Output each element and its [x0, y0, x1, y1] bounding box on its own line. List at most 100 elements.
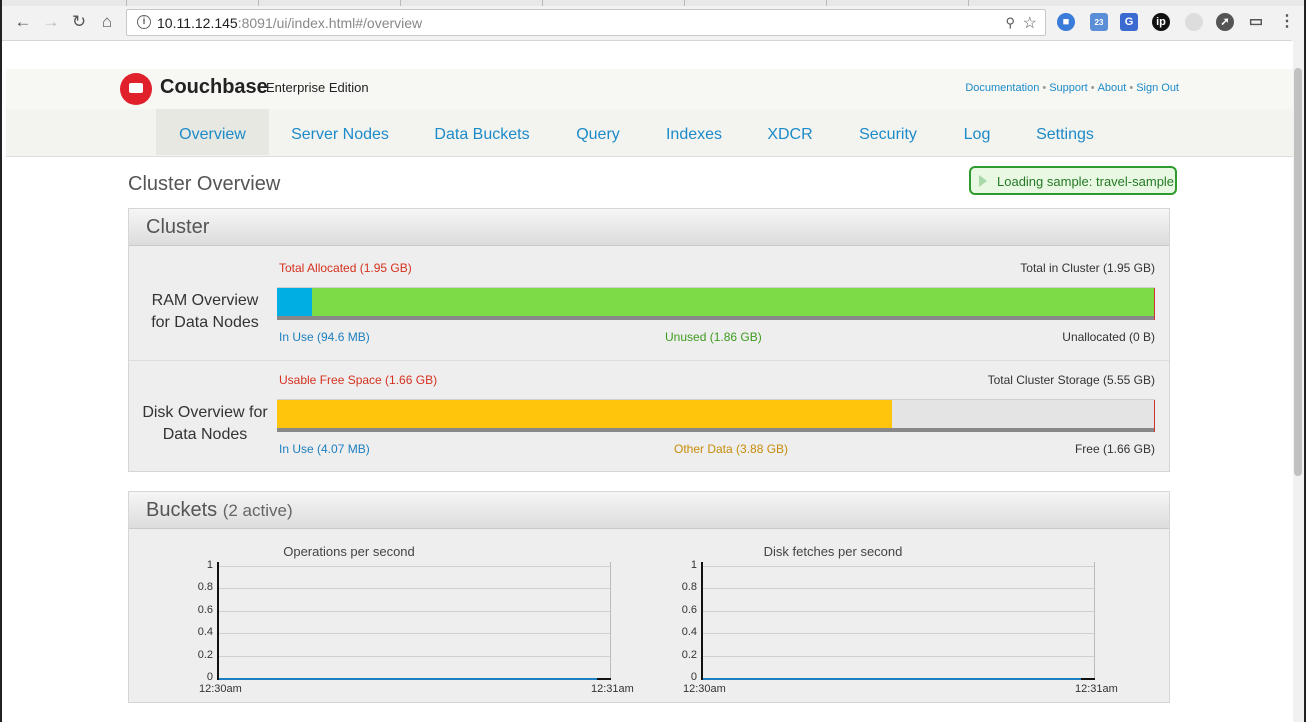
play-icon: [979, 175, 987, 187]
app-header: Couchbase Enterprise Edition Documentati…: [6, 69, 1293, 109]
x-axis-end: [597, 678, 611, 680]
x-tick-label: 12:30am: [199, 683, 242, 695]
scrollbar-thumb[interactable]: [1294, 68, 1302, 476]
y-axis: [217, 562, 219, 680]
gridline: [703, 633, 1095, 635]
ram-usage-bar: [277, 287, 1155, 320]
sign-out-link[interactable]: Sign Out: [1136, 82, 1179, 94]
compass-extension-icon[interactable]: ➚: [1216, 13, 1234, 31]
ram-total-allocated: Total Allocated (1.95 GB): [279, 261, 412, 275]
google-translate-icon[interactable]: G: [1120, 13, 1138, 31]
gridline: [703, 566, 1095, 567]
info-icon[interactable]: i: [137, 15, 151, 29]
right-border: [610, 562, 611, 680]
ram-total-in-cluster: Total in Cluster (1.95 GB): [1020, 261, 1155, 275]
y-tick-label: 0: [206, 671, 213, 683]
couchbase-logo-icon: [120, 73, 152, 105]
tab-security[interactable]: Security: [852, 109, 924, 155]
tab-query[interactable]: Query: [568, 109, 628, 155]
chart-title: Operations per second: [283, 544, 415, 559]
disk-usage-bar: [277, 399, 1155, 432]
y-tick-label: 0.4: [197, 626, 213, 639]
buckets-title: Buckets (2 active): [146, 499, 293, 521]
cluster-panel: Cluster RAM Overview for Data Nodes Total…: [128, 208, 1170, 472]
gridline: [219, 566, 611, 567]
tab-settings[interactable]: Settings: [1030, 109, 1100, 155]
disk-total-storage: Total Cluster Storage (5.55 GB): [987, 373, 1155, 387]
browser-toolbar: ← → ↻ ⌂ i 10.11.12.145:8091/ui/index.htm…: [2, 0, 1304, 41]
edition-label: Enterprise Edition: [266, 80, 369, 95]
url-text[interactable]: 10.11.12.145:8091/ui/index.html#/overvie…: [157, 15, 422, 31]
x-tick-label: 12:31am: [1075, 683, 1118, 695]
buckets-panel: Buckets (2 active) Operations per second…: [128, 491, 1170, 703]
gridline: [219, 588, 611, 590]
disk-free-label: Free (1.66 GB): [1074, 442, 1155, 456]
y-tick-label: 0.2: [681, 648, 697, 661]
disk-overview-row: Disk Overview for Data Nodes Usable Free …: [129, 360, 1169, 471]
gridline: [219, 610, 611, 612]
about-link[interactable]: About: [1098, 82, 1127, 94]
translate-extension-icon[interactable]: ■: [1057, 13, 1075, 31]
y-tick-label: 0.2: [197, 648, 213, 661]
page-title: Cluster Overview: [128, 173, 281, 195]
reload-icon[interactable]: ↻: [70, 13, 88, 31]
gridline: [219, 655, 611, 657]
cluster-panel-header: Cluster: [129, 209, 1169, 246]
forward-icon[interactable]: →: [42, 13, 60, 31]
y-tick-label: 0: [690, 671, 697, 683]
ram-unused-label: Unused (1.86 GB): [665, 330, 762, 344]
disk-other-data-label: Other Data (3.88 GB): [674, 442, 789, 456]
disk-usable-free: Usable Free Space (1.66 GB): [279, 373, 438, 387]
tab-strip: [2, 0, 1304, 6]
loading-sample-text: Loading sample: travel-sample: [997, 174, 1175, 189]
ram-in-use-label: In Use (94.6 MB): [279, 330, 370, 344]
operations-per-second-chart: Operations per second 1 0.8 0.6 0.4 0.2 0 12:3…: [129, 536, 634, 695]
disk-in-use-label: In Use (4.07 MB): [279, 442, 370, 456]
cluster-title: Cluster: [146, 216, 210, 238]
back-icon[interactable]: ←: [14, 13, 32, 31]
right-border: [1094, 562, 1095, 680]
address-bar[interactable]: i 10.11.12.145:8091/ui/index.html#/overv…: [126, 9, 1046, 36]
brand-name: Couchbase: [160, 76, 268, 98]
home-icon[interactable]: ⌂: [98, 13, 116, 31]
buckets-active-count: (2 active): [222, 501, 293, 520]
gridline: [219, 633, 611, 635]
ram-quota-marker: [1154, 288, 1155, 320]
disk-fetches-per-second-chart: Disk fetches per second 1 0.8 0.6 0.4 0.2 0 12…: [613, 536, 1118, 695]
y-tick-label: 0.8: [197, 581, 213, 594]
y-tick-label: 0.6: [681, 603, 697, 616]
gridline: [703, 610, 1095, 612]
ram-overview-row: RAM Overview for Data Nodes Total Allocat…: [129, 248, 1169, 359]
key-icon[interactable]: ⚲: [1005, 15, 1015, 31]
documentation-link[interactable]: Documentation: [965, 82, 1039, 94]
series-line: [703, 678, 1081, 680]
disk-free-segment: [892, 400, 1155, 428]
y-tick-label: 1: [690, 559, 697, 571]
menu-icon[interactable]: ⋮: [1278, 13, 1296, 31]
x-axis-end: [1081, 678, 1095, 680]
y-tick-label: 0.6: [197, 603, 213, 616]
ip-extension-icon[interactable]: ip: [1152, 13, 1170, 31]
tab-indexes[interactable]: Indexes: [658, 109, 730, 155]
cast-icon[interactable]: ▭: [1247, 13, 1265, 31]
extension-badge-icon[interactable]: 23: [1090, 13, 1108, 31]
tab-overview[interactable]: Overview: [156, 109, 269, 155]
disk-overview-label: Disk Overview for Data Nodes: [142, 404, 268, 443]
circle-extension-icon[interactable]: [1185, 13, 1203, 31]
page-content: Couchbase Enterprise Edition Documentati…: [6, 41, 1293, 722]
loading-sample-badge[interactable]: Loading sample: travel-sample: [969, 166, 1177, 195]
tab-data-buckets[interactable]: Data Buckets: [426, 109, 538, 155]
chart-title: Disk fetches per second: [763, 544, 903, 559]
ram-in-use-segment: [277, 288, 312, 316]
disk-other-data-segment: [277, 400, 892, 428]
support-link[interactable]: Support: [1049, 82, 1088, 94]
y-axis: [701, 562, 703, 680]
tab-server-nodes[interactable]: Server Nodes: [284, 109, 396, 155]
tab-xdcr[interactable]: XDCR: [760, 109, 820, 155]
y-tick-label: 0.4: [681, 626, 697, 639]
tab-log[interactable]: Log: [954, 109, 1000, 155]
bookmark-star-icon[interactable]: ☆: [1023, 13, 1037, 33]
buckets-panel-header: Buckets (2 active): [129, 492, 1169, 529]
x-tick-label: 12:30am: [683, 683, 726, 695]
y-tick-label: 0.8: [681, 581, 697, 594]
